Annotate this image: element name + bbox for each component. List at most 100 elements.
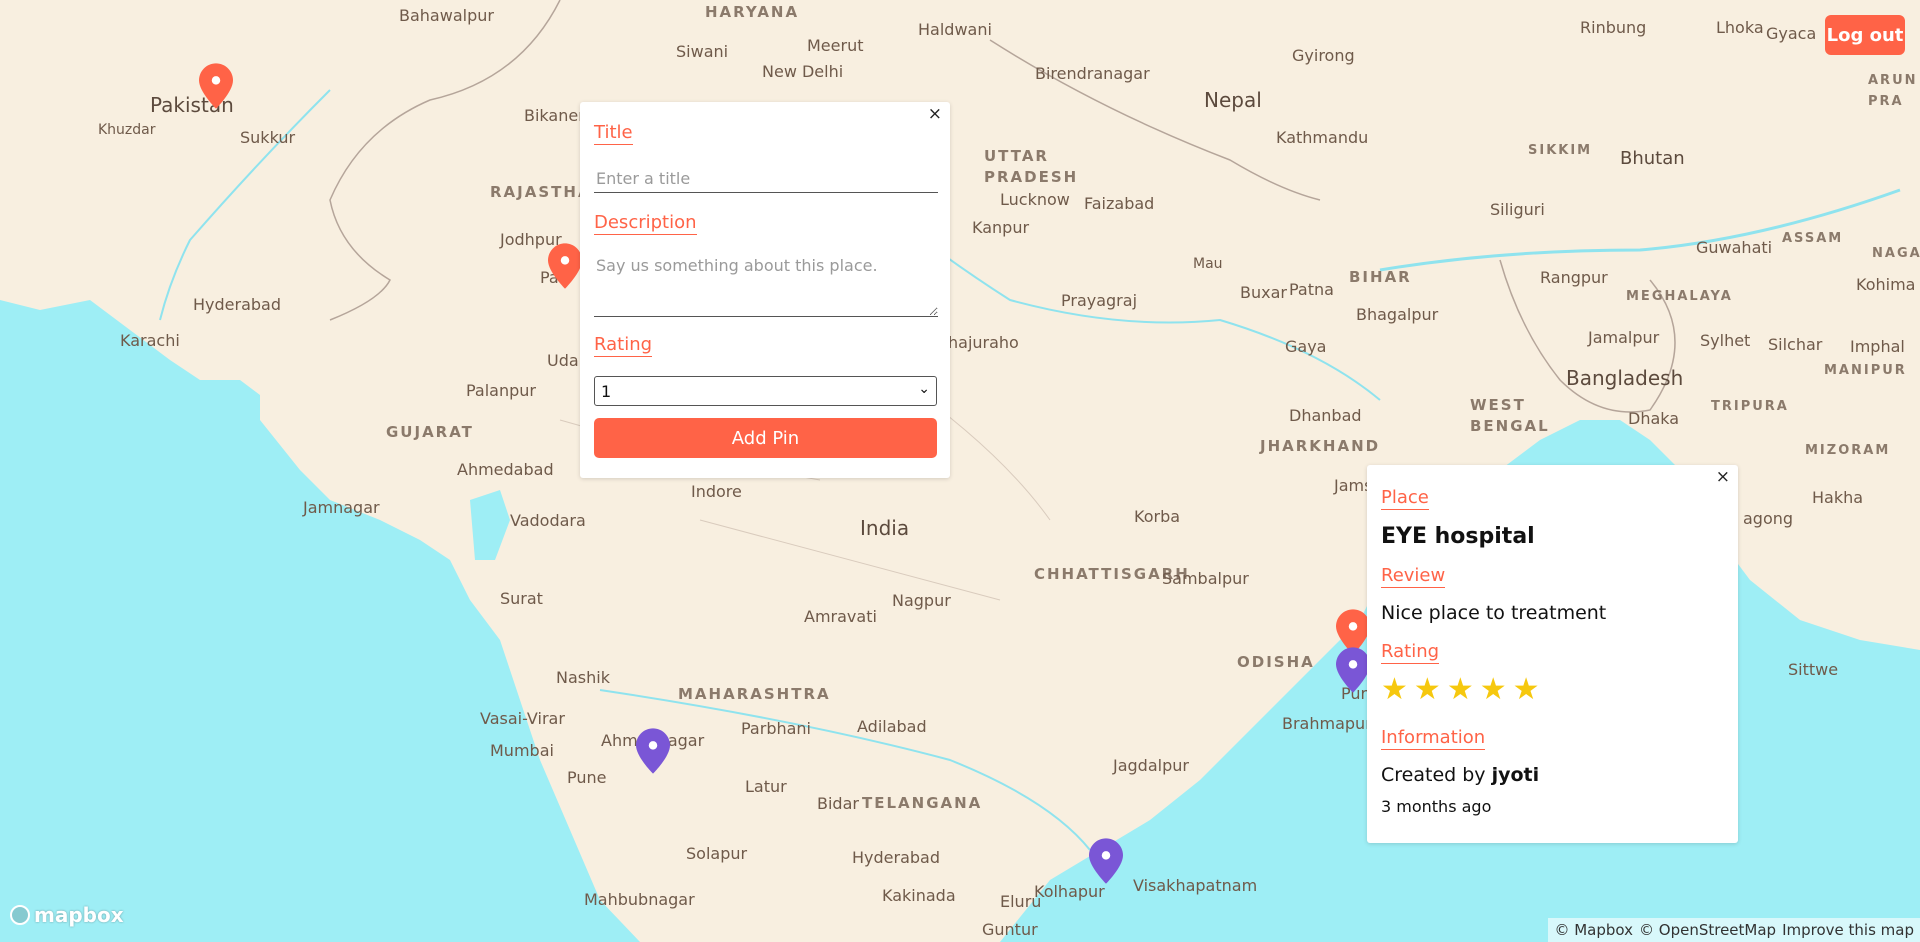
map-label-city: Mumbai (490, 741, 554, 760)
attribution-mapbox-link[interactable]: © Mapbox (1554, 921, 1633, 939)
map-label-city: hajuraho (948, 333, 1019, 352)
map-label-city: Jamnagar (303, 498, 380, 517)
map-label-city: Birendranagar (1035, 64, 1150, 83)
place-title: EYE hospital (1381, 524, 1535, 549)
map-label-state: ASSAM (1782, 231, 1844, 246)
map-label-city: Haldwani (918, 20, 992, 39)
review-text: Nice place to treatment (1381, 602, 1607, 624)
map-attribution: © Mapbox © OpenStreetMap Improve this ma… (1548, 918, 1920, 942)
logout-button[interactable]: Log out (1825, 15, 1905, 55)
star-icon: ★ (1381, 672, 1408, 707)
map-label-city: Meerut (807, 36, 864, 55)
map-label-state: BIHAR (1349, 268, 1412, 286)
map-label-city: Rangpur (1540, 268, 1608, 287)
map-label-city: Gyirong (1292, 46, 1355, 65)
map-label-state: ARUN PRA (1868, 73, 1918, 109)
map-label-city: Dhaka (1628, 409, 1680, 428)
description-textarea[interactable] (594, 254, 938, 317)
map-label-state: WEST BENGAL (1470, 396, 1550, 435)
map-pin-icon[interactable] (1336, 647, 1370, 693)
map-label-state: TELANGANA (862, 794, 983, 812)
map-label-city: Prayagraj (1061, 291, 1138, 310)
map-label-city: Parbhani (741, 719, 811, 738)
map-label-city: Jamalpur (1588, 328, 1660, 347)
created-by-prefix: Created by (1381, 764, 1486, 786)
map-label-city: Bhagalpur (1356, 305, 1439, 324)
mapbox-logo[interactable]: mapbox (10, 903, 124, 927)
map-label-city: Kakinada (882, 886, 956, 905)
title-input[interactable] (594, 164, 938, 193)
map-label-city: Khuzdar (98, 122, 156, 138)
map-label-city: Silchar (1768, 335, 1823, 354)
place-label: Place (1381, 487, 1429, 510)
map-pin-icon[interactable] (548, 243, 582, 289)
mapbox-logo-icon (10, 905, 30, 925)
map-label-city: Eluru (1000, 892, 1042, 911)
map-label-city: Vadodara (510, 511, 586, 530)
add-pin-popup: × Title Description Rating 1 ⌄ Add Pin (580, 102, 950, 478)
map-label-state: HARYANA (705, 3, 800, 21)
attribution-osm-link[interactable]: © OpenStreetMap (1639, 921, 1776, 939)
map-label-state: UTTAR PRADESH (984, 147, 1079, 186)
map-label-state: ODISHA (1237, 653, 1315, 671)
map-label-state: MANIPUR (1824, 363, 1907, 378)
add-pin-button[interactable]: Add Pin (594, 418, 937, 458)
map-label-city: Kohima (1856, 275, 1916, 294)
map-label-state: RAJASTHA (490, 183, 592, 201)
map-label-city: Kolhapur (1034, 882, 1105, 901)
rating-label: Rating (1381, 641, 1440, 664)
map-label-city: Lucknow (1000, 190, 1070, 209)
map-label-city: Sukkur (240, 128, 296, 147)
map-label-city: Palanpur (466, 381, 536, 400)
star-icon: ★ (1413, 672, 1441, 707)
time-ago: 3 months ago (1381, 797, 1492, 816)
map-label-bangladesh: Bangladesh (1566, 366, 1684, 390)
review-label: Review (1381, 565, 1446, 588)
map-label-city: Latur (745, 777, 787, 796)
rating-select-value: 1 (601, 381, 612, 401)
map-label-city: Nashik (556, 668, 610, 687)
map-label-city: Ahmedabad (457, 460, 554, 479)
map-label-state: MEGHALAYA (1626, 289, 1733, 304)
map-pin-icon[interactable] (199, 63, 233, 109)
map-label-city: Pune (567, 768, 607, 787)
map-label-city: Bidar (817, 794, 859, 813)
created-by-user: jyoti (1491, 764, 1540, 786)
close-icon[interactable]: × (1716, 467, 1730, 487)
map-label-city: Hakha (1812, 488, 1864, 507)
map-label-city: Bikaner (524, 106, 585, 125)
map-label-city: Korba (1134, 507, 1181, 526)
map-pin-icon[interactable] (1089, 838, 1123, 884)
map-label-state: SIKKIM (1528, 143, 1593, 158)
created-by: Created by jyoti (1381, 764, 1539, 786)
close-icon[interactable]: × (928, 104, 942, 124)
rating-stars: ★ ★ ★ ★ ★ (1381, 675, 1540, 705)
rating-select[interactable]: 1 ⌄ (594, 376, 937, 406)
map-label-city: Imphal (1850, 337, 1905, 356)
description-label: Description (594, 212, 697, 235)
map-label-city: Vasai-Virar (480, 709, 565, 728)
map-label-state: TRIPURA (1711, 399, 1789, 414)
map-label-city: Hyderabad (193, 295, 281, 314)
map-label-city: Siliguri (1490, 200, 1545, 219)
map-label-city: Buxar (1240, 283, 1287, 302)
mapbox-logo-text: mapbox (34, 903, 124, 927)
star-icon: ★ (1512, 672, 1540, 707)
map-label-city: Rinbung (1580, 18, 1647, 37)
map-label-city: Nagpur (892, 591, 951, 610)
map-label-city: Siwani (676, 42, 729, 61)
map-label-city: Dhanbad (1289, 406, 1362, 425)
chevron-down-icon: ⌄ (918, 381, 930, 397)
map-label-city: Gyaca (1766, 24, 1817, 43)
map-label-city: Sylhet (1700, 331, 1751, 350)
map-label-city: Hyderabad (852, 848, 940, 867)
map-pin-icon[interactable] (636, 728, 670, 774)
improve-map-link[interactable]: Improve this map (1782, 921, 1914, 939)
map-label-city: Indore (691, 482, 742, 501)
map-label-city: Jagdalpur (1113, 756, 1189, 775)
map-label-city: Sittwe (1788, 660, 1839, 679)
map-label-nepal: Nepal (1204, 88, 1262, 112)
map-label-city: New Delhi (762, 62, 844, 81)
map-label-city: Guntur (982, 920, 1038, 939)
map-label-city: Karachi (120, 331, 180, 350)
